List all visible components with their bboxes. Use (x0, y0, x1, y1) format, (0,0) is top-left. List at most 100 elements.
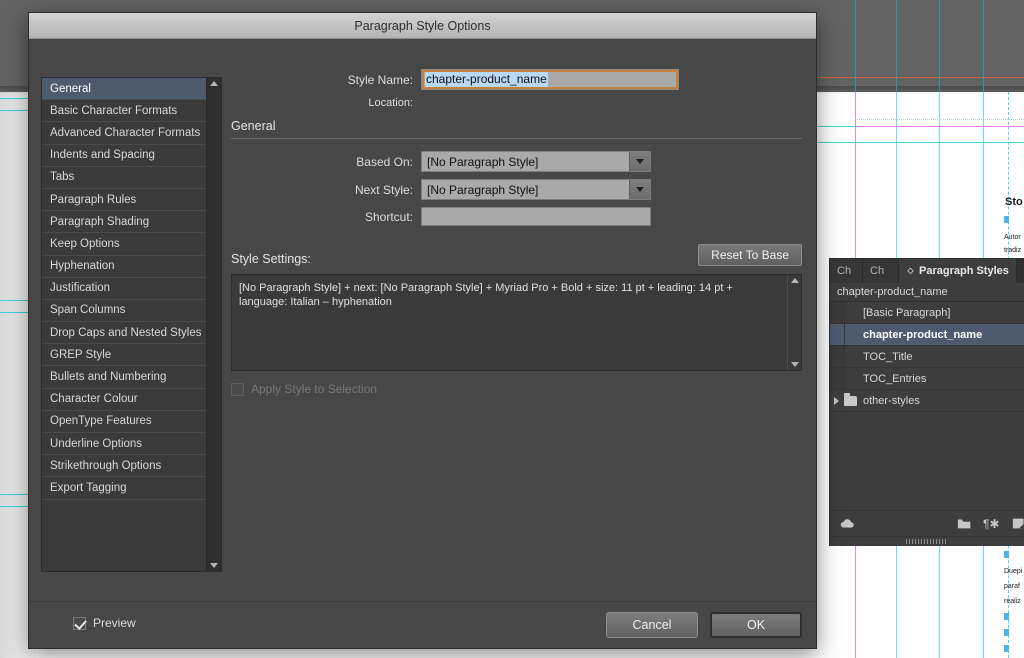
paragraph-styles-panel[interactable]: Ch Ch ◇ Paragraph Styles chapter-product… (829, 258, 1024, 546)
sidebar-item-hyphenation[interactable]: Hyphenation (42, 256, 206, 278)
shortcut-input[interactable] (421, 207, 651, 226)
dialog-titlebar[interactable]: Paragraph Style Options (29, 13, 816, 39)
style-group-name: other-styles (863, 394, 920, 407)
sidebar-item-opentype-features[interactable]: OpenType Features (42, 411, 206, 433)
sidebar-item-span-columns[interactable]: Span Columns (42, 300, 206, 323)
panel-tab-character[interactable]: Ch (863, 259, 899, 283)
list-item[interactable]: TOC_Entries (830, 368, 1024, 390)
sidebar-item-strikethrough-options[interactable]: Strikethrough Options (42, 455, 206, 478)
preview-checkbox[interactable] (73, 616, 86, 630)
list-item[interactable]: TOC_Title (830, 346, 1024, 368)
document-text-fragment: realiz (1004, 598, 1021, 605)
sidebar-item-tabs[interactable]: Tabs (42, 167, 206, 189)
new-group-icon[interactable] (957, 517, 971, 530)
preview-label: Preview (93, 616, 136, 630)
ok-button[interactable]: OK (710, 612, 802, 638)
shortcut-label: Shortcut: (364, 209, 413, 224)
panel-tab-bar: Ch Ch ◇ Paragraph Styles (830, 259, 1024, 283)
style-row-gutter (830, 324, 845, 345)
disclosure-triangle-icon[interactable] (834, 396, 839, 405)
sidebar-item-paragraph-shading[interactable]: Paragraph Shading (42, 211, 206, 234)
apply-style-to-selection-row: Apply Style to Selection (231, 382, 802, 396)
next-style-label: Next Style: (354, 182, 413, 197)
apply-style-label: Apply Style to Selection (251, 382, 378, 396)
document-text-fragment: Duepi (1004, 568, 1023, 575)
guide-horizontal (0, 300, 28, 301)
cancel-button[interactable]: Cancel (606, 612, 698, 638)
style-list[interactable]: [Basic Paragraph] chapter-product_name T… (830, 302, 1024, 412)
style-settings-text: [No Paragraph Style] + next: [No Paragra… (239, 282, 733, 308)
scroll-up-arrow-icon[interactable] (210, 81, 218, 86)
clear-overrides-icon[interactable]: ¶✱ (983, 517, 1000, 531)
based-on-select[interactable]: [No Paragraph Style] (421, 151, 651, 172)
scroll-up-arrow-icon[interactable] (790, 278, 799, 283)
sidebar-item-character-colour[interactable]: Character Colour (42, 389, 206, 411)
sidebar-item-label: Tabs (50, 171, 75, 184)
sidebar-item-paragraph-rules[interactable]: Paragraph Rules (42, 189, 206, 212)
sidebar-item-indents-and-spacing[interactable]: Indents and Spacing (42, 145, 206, 167)
section-title-general: General (231, 119, 276, 133)
new-style-icon[interactable] (1012, 517, 1024, 530)
sidebar-item-label: Indents and Spacing (50, 149, 155, 162)
scroll-down-arrow-icon[interactable] (790, 362, 799, 367)
panel-tab-paragraph-styles[interactable]: ◇ Paragraph Styles (899, 259, 1017, 283)
next-style-dropdown-button[interactable] (629, 180, 650, 199)
next-style-row: Next Style: [No Paragraph Style] (231, 179, 802, 200)
dialog-title: Paragraph Style Options (354, 18, 491, 33)
scroll-down-arrow-icon[interactable] (210, 563, 218, 568)
sidebar-item-label: Underline Options (50, 437, 143, 450)
panel-tab-label: Ch (870, 265, 885, 277)
list-item[interactable]: chapter-product_name (830, 324, 1024, 346)
sidebar-nav-list[interactable]: General Basic Character Formats Advanced… (42, 78, 206, 571)
sidebar-item-label: Strikethrough Options (50, 459, 162, 472)
sidebar-item-underline-options[interactable]: Underline Options (42, 433, 206, 456)
sidebar-item-grep-style[interactable]: GREP Style (42, 344, 206, 367)
guide-baseline (855, 119, 1024, 120)
anchor-marker (1004, 645, 1009, 652)
folder-icon (844, 392, 857, 406)
sidebar-item-drop-caps-and-nested-styles[interactable]: Drop Caps and Nested Styles (42, 322, 206, 345)
guide-horizontal (0, 506, 28, 507)
sidebar-item-export-tagging[interactable]: Export Tagging (42, 477, 206, 500)
preview-row[interactable]: Preview (73, 616, 136, 630)
guide-horizontal (0, 98, 28, 99)
list-item[interactable]: [Basic Paragraph] (830, 302, 1024, 324)
cloud-upload-icon[interactable] (839, 517, 857, 531)
panel-menu-toggle-icon[interactable]: ◇ (906, 267, 915, 275)
list-item-group[interactable]: other-styles (830, 390, 1024, 412)
chevron-down-icon (636, 187, 644, 192)
style-row-gutter (830, 302, 845, 323)
style-name: TOC_Title (863, 350, 913, 363)
guide-horizontal (0, 110, 28, 111)
panel-resize-grip[interactable] (830, 536, 1024, 546)
panel-tab-character-styles[interactable]: Ch (830, 259, 863, 283)
sidebar-item-justification[interactable]: Justification (42, 278, 206, 300)
based-on-dropdown-button[interactable] (629, 152, 650, 171)
panel-tab-label: Paragraph Styles (919, 265, 1009, 277)
style-name: TOC_Entries (863, 372, 927, 385)
anchor-marker (1004, 551, 1009, 558)
sidebar-item-label: Paragraph Shading (50, 215, 150, 228)
guide-horizontal (815, 142, 1024, 143)
next-style-select[interactable]: [No Paragraph Style] (421, 179, 651, 200)
sidebar-item-label: General (50, 82, 91, 95)
based-on-value: [No Paragraph Style] (427, 154, 539, 169)
style-settings-scrollbar[interactable] (787, 275, 801, 370)
document-heading-fragment: Sto (1005, 196, 1023, 208)
sidebar-item-label: OpenType Features (50, 415, 152, 428)
section-divider (231, 138, 802, 139)
sidebar-item-advanced-character-formats[interactable]: Advanced Character Formats (42, 122, 206, 145)
style-settings-label: Style Settings: (231, 252, 311, 266)
sidebar-scrollbar[interactable] (206, 78, 221, 571)
sidebar-item-general[interactable]: General (42, 78, 206, 101)
guide-ruler-line (818, 77, 1024, 78)
sidebar-item-basic-character-formats[interactable]: Basic Character Formats (42, 100, 206, 123)
sidebar-item-bullets-and-numbering[interactable]: Bullets and Numbering (42, 366, 206, 389)
guide-column-top (855, 0, 856, 92)
style-name-input[interactable]: chapter-product_name (421, 69, 679, 90)
sidebar-item-keep-options[interactable]: Keep Options (42, 233, 206, 256)
reset-to-base-button[interactable]: Reset To Base (698, 244, 802, 266)
panel-footer-toolbar: ¶✱ (830, 510, 1024, 536)
style-name-value: chapter-product_name (425, 71, 548, 88)
guide-horizontal (815, 126, 857, 127)
